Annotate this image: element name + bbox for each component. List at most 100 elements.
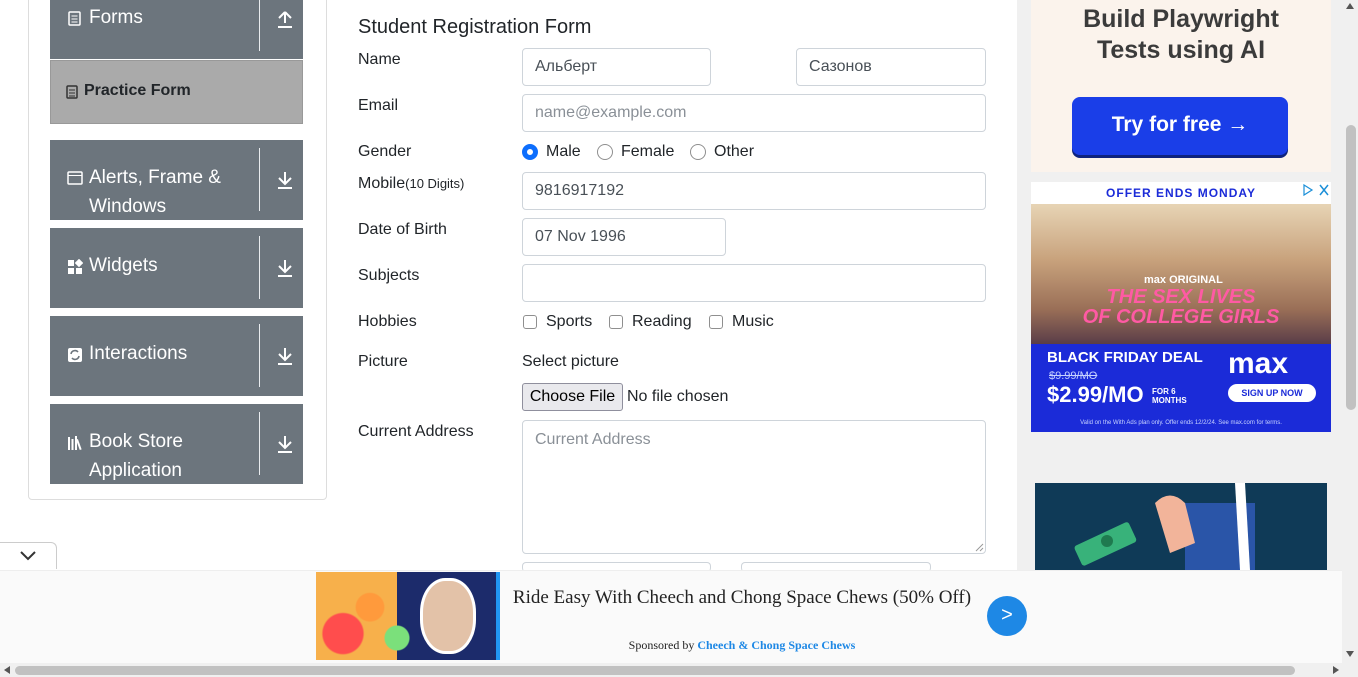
divider	[259, 0, 260, 51]
sidebar-group-label-1: Alerts, Frame &	[89, 167, 221, 188]
download-icon	[278, 260, 292, 277]
divider	[259, 236, 260, 299]
sponsored-by-text: Sponsored by	[628, 638, 695, 652]
books-icon	[68, 436, 82, 451]
email-input[interactable]: name@example.com	[522, 94, 986, 132]
hobby-sports-label[interactable]: Sports	[546, 313, 592, 331]
show-title-line1: THE SEX LIVES	[1106, 286, 1256, 308]
collapse-toggle[interactable]	[0, 542, 57, 569]
banner-go-button[interactable]: >	[987, 596, 1027, 636]
email-label: Email	[358, 97, 399, 114]
gender-female-radio[interactable]	[597, 144, 613, 160]
subjects-label: Subjects	[358, 267, 420, 284]
select-picture-label: Select picture	[522, 353, 619, 370]
show-title: THE SEX LIVES OF COLLEGE GIRLS	[1071, 287, 1291, 327]
sidebar-group-label: Forms	[89, 7, 143, 28]
form-icon	[66, 85, 78, 99]
widgets-icon	[68, 259, 83, 274]
gender-label: Gender	[358, 143, 412, 160]
last-name-input[interactable]: Сазонов	[796, 48, 986, 86]
sidebar-group-bookstore[interactable]: Book Store Application	[50, 404, 303, 484]
download-icon	[278, 436, 292, 453]
money-ad[interactable]	[1035, 483, 1327, 570]
no-file-text: No file chosen	[627, 388, 729, 405]
hobby-music-label[interactable]: Music	[732, 313, 774, 331]
hobby-reading-checkbox[interactable]	[609, 315, 623, 329]
months-text: FOR 6 MONTHS	[1152, 387, 1187, 405]
dob-label: Date of Birth	[358, 221, 447, 238]
mobile-label-text: Mobile	[358, 175, 406, 192]
sidebar-group-label: Interactions	[89, 343, 188, 364]
max-original-label: max ORIGINAL	[1144, 274, 1223, 286]
first-name-input[interactable]: Альберт	[522, 48, 711, 86]
black-friday-text: BLACK FRIDAY DEAL	[1047, 349, 1203, 366]
hobby-reading-label[interactable]: Reading	[632, 313, 692, 331]
upload-icon	[278, 11, 292, 28]
playwright-ad-line2: Tests using AI	[1096, 36, 1266, 64]
sign-up-button[interactable]: SIGN UP NOW	[1228, 384, 1316, 402]
download-icon	[278, 348, 292, 365]
mobile-hint: (10 Digits)	[405, 176, 465, 191]
new-price: $2.99/MO	[1047, 382, 1144, 407]
resize-handle-icon[interactable]	[975, 543, 984, 552]
current-address-label: Current Address	[358, 423, 474, 440]
divider	[259, 412, 260, 475]
scroll-up-icon[interactable]	[1346, 3, 1354, 9]
chevron-down-icon	[20, 551, 36, 561]
sync-icon	[68, 348, 82, 362]
playwright-ad[interactable]: Build Playwright Tests using AI Try for …	[1031, 0, 1331, 172]
mobile-input[interactable]: 9816917192	[522, 172, 986, 210]
date-of-birth-input[interactable]: 07 Nov 1996	[522, 218, 726, 256]
close-icon[interactable]	[1301, 182, 1331, 198]
sidebar-group-label-2: Windows	[89, 196, 167, 217]
sponsor-link[interactable]: Cheech & Chong Space Chews	[697, 638, 855, 652]
sidebar-group-alerts[interactable]: Alerts, Frame & Windows	[50, 140, 303, 220]
subjects-input[interactable]	[522, 264, 986, 302]
gender-female-label[interactable]: Female	[621, 143, 674, 161]
window-icon	[67, 171, 83, 185]
sidebar-item-practice-form[interactable]: Practice Form	[50, 60, 303, 124]
banner-sponsor: Sponsored by Cheech & Chong Space Chews	[512, 638, 972, 653]
gender-male-label[interactable]: Male	[546, 143, 581, 161]
hobby-sports-checkbox[interactable]	[523, 315, 537, 329]
mobile-label: Mobile(10 Digits)	[358, 175, 464, 193]
max-ad[interactable]: OFFER ENDS MONDAY max ORIGINAL THE SEX L…	[1031, 182, 1331, 432]
current-address-textarea[interactable]: Current Address	[522, 420, 986, 554]
page-title: Student Registration Form	[358, 16, 592, 38]
name-label: Name	[358, 51, 401, 68]
sidebar-group-label-1: Book Store	[89, 431, 183, 452]
old-price: $9.99/MO	[1049, 370, 1098, 382]
gender-other-radio[interactable]	[690, 144, 706, 160]
sidebar-group-label-2: Application	[89, 460, 182, 481]
playwright-ad-line1: Build Playwright	[1083, 5, 1279, 33]
document-icon	[68, 11, 81, 26]
sidebar-group-forms[interactable]: Forms	[50, 0, 303, 59]
gender-male-radio[interactable]	[522, 144, 538, 160]
scroll-left-icon[interactable]	[4, 666, 10, 674]
banner-title[interactable]: Ride Easy With Cheech and Chong Space Ch…	[512, 585, 972, 610]
try-for-free-button[interactable]: Try for free →	[1072, 97, 1288, 155]
banner-face-image	[420, 578, 476, 654]
sidebar-item-label: Practice Form	[84, 82, 191, 99]
sidebar-group-label: Widgets	[89, 255, 158, 276]
sidebar-group-interactions[interactable]: Interactions	[50, 316, 303, 396]
money-hand-illustration	[1074, 483, 1255, 570]
download-icon	[278, 172, 292, 189]
hobbies-label: Hobbies	[358, 313, 417, 330]
sidebar-group-widgets[interactable]: Widgets	[50, 228, 303, 308]
show-title-line2: OF COLLEGE GIRLS	[1082, 306, 1280, 328]
divider	[259, 148, 260, 211]
choose-file-button[interactable]: Choose File	[522, 383, 623, 411]
ad-choices-icon[interactable]	[1301, 182, 1331, 198]
hobby-music-checkbox[interactable]	[709, 315, 723, 329]
max-logo: max	[1228, 347, 1289, 380]
scroll-right-icon[interactable]	[1333, 666, 1339, 674]
scroll-down-icon[interactable]	[1346, 651, 1354, 657]
vertical-scrollbar-thumb[interactable]	[1346, 125, 1356, 410]
offer-banner: OFFER ENDS MONDAY	[1031, 182, 1331, 204]
fine-print: Valid on the With Ads plan only. Offer e…	[1080, 420, 1282, 426]
horizontal-scrollbar-thumb[interactable]	[15, 666, 1295, 675]
divider	[259, 324, 260, 387]
gender-other-label[interactable]: Other	[714, 143, 754, 161]
picture-label: Picture	[358, 353, 408, 370]
